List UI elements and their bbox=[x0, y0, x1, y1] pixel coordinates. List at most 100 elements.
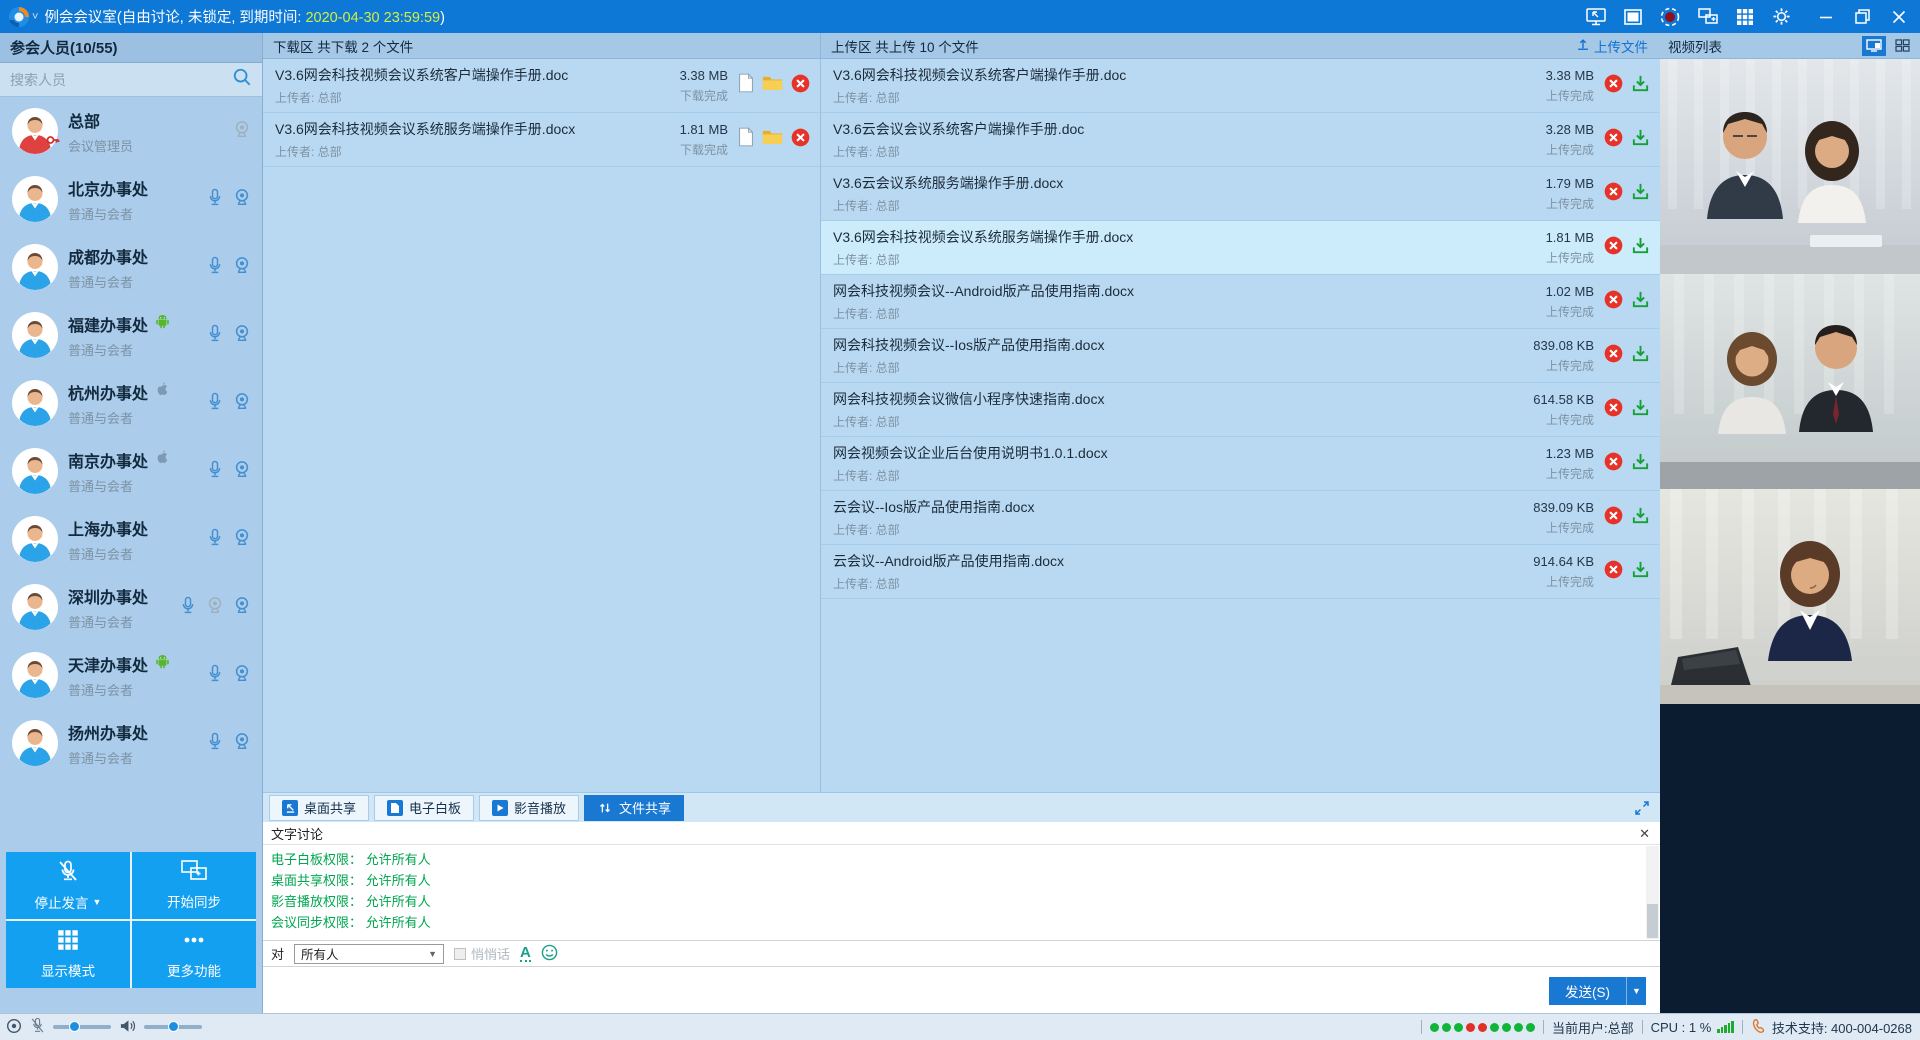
tab-desktop-share[interactable]: 桌面共享 bbox=[269, 795, 369, 821]
download-icon[interactable] bbox=[1631, 452, 1650, 476]
participant-row[interactable]: 总部 会议管理员 bbox=[0, 97, 262, 165]
participant-row[interactable]: 杭州办事处 普通与会者 bbox=[0, 369, 262, 437]
display-mode-button[interactable]: 显示模式 bbox=[6, 921, 130, 988]
tab-media-play[interactable]: 影音播放 bbox=[479, 795, 579, 821]
webcam-icon[interactable] bbox=[232, 391, 252, 416]
mic-icon[interactable] bbox=[205, 663, 225, 688]
speaker-volume-slider[interactable] bbox=[144, 1025, 202, 1029]
chat-scrollbar[interactable] bbox=[1646, 846, 1659, 939]
delete-icon[interactable] bbox=[1604, 506, 1623, 530]
video-layout-icon[interactable] bbox=[1862, 36, 1886, 56]
delete-icon[interactable] bbox=[1604, 398, 1623, 422]
screen-share-icon[interactable] bbox=[1586, 8, 1606, 26]
scrollbar-thumb[interactable] bbox=[1647, 904, 1658, 938]
minimize-button[interactable] bbox=[1819, 10, 1833, 24]
camera-icon[interactable] bbox=[205, 595, 225, 620]
mic-icon[interactable] bbox=[205, 459, 225, 484]
whisper-checkbox[interactable] bbox=[454, 948, 466, 960]
recipient-select[interactable]: 所有人 ▼ bbox=[294, 944, 444, 964]
stop-speaking-button[interactable]: 停止发言▼ bbox=[6, 852, 130, 919]
whisper-option[interactable]: 悄悄话 bbox=[454, 944, 510, 963]
more-functions-button[interactable]: 更多功能 bbox=[132, 921, 256, 988]
expand-panel-icon[interactable] bbox=[1634, 800, 1650, 816]
maximize-button[interactable] bbox=[1855, 9, 1870, 24]
close-button[interactable] bbox=[1892, 10, 1906, 24]
webcam-icon[interactable] bbox=[232, 187, 252, 212]
upload-file-row[interactable]: V3.6云会议系统服务端操作手册.docx上传者: 总部 1.79 MB上传完成 bbox=[821, 167, 1660, 221]
search-icon[interactable] bbox=[232, 67, 252, 92]
tab-whiteboard[interactable]: 电子白板 bbox=[374, 795, 474, 821]
download-icon[interactable] bbox=[1631, 74, 1650, 98]
chevron-down-icon[interactable]: ˅ bbox=[32, 11, 38, 23]
upload-file-row[interactable]: 云会议--Ios版产品使用指南.docx上传者: 总部 839.09 KB上传完… bbox=[821, 491, 1660, 545]
upload-file-row-selected[interactable]: V3.6网会科技视频会议系统服务端操作手册.docx上传者: 总部 1.81 M… bbox=[821, 221, 1660, 275]
participant-row[interactable]: 上海办事处 普通与会者 bbox=[0, 505, 262, 573]
mic-icon[interactable] bbox=[205, 527, 225, 552]
video-thumbnail[interactable] bbox=[1660, 59, 1920, 274]
open-file-icon[interactable] bbox=[738, 73, 754, 98]
sync-screens-icon[interactable] bbox=[1698, 8, 1718, 26]
participant-search[interactable] bbox=[0, 63, 262, 97]
participant-row[interactable]: 福建办事处 普通与会者 bbox=[0, 301, 262, 369]
webcam-icon[interactable] bbox=[232, 527, 252, 552]
webcam-icon[interactable] bbox=[232, 731, 252, 756]
mic-icon[interactable] bbox=[178, 595, 198, 620]
download-file-row[interactable]: V3.6网会科技视频会议系统服务端操作手册.docx 上传者: 总部 1.81 … bbox=[263, 113, 820, 167]
send-options-dropdown[interactable]: ▼ bbox=[1626, 977, 1646, 1005]
upload-file-row[interactable]: V3.6网会科技视频会议系统客户端操作手册.doc上传者: 总部 3.38 MB… bbox=[821, 59, 1660, 113]
upload-file-row[interactable]: 网会视频会议企业后台使用说明书1.0.1.docx上传者: 总部 1.23 MB… bbox=[821, 437, 1660, 491]
delete-icon[interactable] bbox=[1604, 128, 1623, 152]
mic-volume-slider[interactable] bbox=[53, 1025, 111, 1029]
delete-icon[interactable] bbox=[1604, 452, 1623, 476]
webcam-icon[interactable] bbox=[232, 255, 252, 280]
participant-row[interactable]: 南京办事处 普通与会者 bbox=[0, 437, 262, 505]
start-sync-button[interactable]: 开始同步 bbox=[132, 852, 256, 919]
webcam-icon[interactable] bbox=[232, 459, 252, 484]
download-icon[interactable] bbox=[1631, 182, 1650, 206]
download-file-row[interactable]: V3.6网会科技视频会议系统客户端操作手册.doc 上传者: 总部 3.38 M… bbox=[263, 59, 820, 113]
delete-icon[interactable] bbox=[1604, 236, 1623, 260]
grid-layout-icon[interactable] bbox=[1736, 8, 1754, 26]
speaker-icon[interactable] bbox=[119, 1018, 136, 1037]
upload-file-row[interactable]: 网会科技视频会议--Ios版产品使用指南.docx上传者: 总部 839.08 … bbox=[821, 329, 1660, 383]
participant-row[interactable]: 扬州办事处 普通与会者 bbox=[0, 709, 262, 777]
webcam-icon[interactable] bbox=[232, 323, 252, 348]
open-folder-icon[interactable] bbox=[762, 74, 783, 97]
participant-row[interactable]: 成都办事处 普通与会者 bbox=[0, 233, 262, 301]
upload-file-row[interactable]: 云会议--Android版产品使用指南.docx上传者: 总部 914.64 K… bbox=[821, 545, 1660, 599]
webcam-icon[interactable] bbox=[232, 595, 252, 620]
download-icon[interactable] bbox=[1631, 344, 1650, 368]
gear-icon[interactable] bbox=[1772, 7, 1791, 26]
delete-icon[interactable] bbox=[791, 128, 810, 152]
download-icon[interactable] bbox=[1631, 506, 1650, 530]
send-button[interactable]: 发送(S) bbox=[1549, 977, 1626, 1005]
participant-row[interactable]: 北京办事处 普通与会者 bbox=[0, 165, 262, 233]
download-icon[interactable] bbox=[1631, 128, 1650, 152]
open-file-icon[interactable] bbox=[738, 127, 754, 152]
tab-file-share[interactable]: 文件共享 bbox=[584, 795, 684, 821]
emoji-icon[interactable] bbox=[541, 944, 558, 964]
record-icon[interactable] bbox=[1660, 7, 1680, 27]
download-icon[interactable] bbox=[1631, 398, 1650, 422]
mic-icon[interactable] bbox=[205, 731, 225, 756]
mic-icon[interactable] bbox=[205, 187, 225, 212]
upload-file-button[interactable]: 上传文件 bbox=[1576, 36, 1648, 56]
close-icon[interactable]: ✕ bbox=[1639, 827, 1650, 840]
open-folder-icon[interactable] bbox=[762, 128, 783, 151]
delete-icon[interactable] bbox=[1604, 344, 1623, 368]
upload-file-row[interactable]: 网会科技视频会议--Android版产品使用指南.docx上传者: 总部 1.0… bbox=[821, 275, 1660, 329]
delete-icon[interactable] bbox=[791, 74, 810, 98]
mic-icon[interactable] bbox=[205, 255, 225, 280]
delete-icon[interactable] bbox=[1604, 182, 1623, 206]
delete-icon[interactable] bbox=[1604, 290, 1623, 314]
font-style-icon[interactable]: A bbox=[520, 945, 531, 962]
participant-row[interactable]: 天津办事处 普通与会者 bbox=[0, 641, 262, 709]
download-icon[interactable] bbox=[1631, 560, 1650, 584]
delete-icon[interactable] bbox=[1604, 560, 1623, 584]
upload-file-row[interactable]: 网会科技视频会议微信小程序快速指南.docx上传者: 总部 614.58 KB上… bbox=[821, 383, 1660, 437]
webcam-icon[interactable] bbox=[232, 119, 252, 144]
upload-file-row[interactable]: V3.6云会议会议系统客户端操作手册.doc上传者: 总部 3.28 MB上传完… bbox=[821, 113, 1660, 167]
download-icon[interactable] bbox=[1631, 236, 1650, 260]
fullscreen-window-icon[interactable] bbox=[1624, 9, 1642, 25]
record-status-icon[interactable] bbox=[6, 1018, 22, 1037]
